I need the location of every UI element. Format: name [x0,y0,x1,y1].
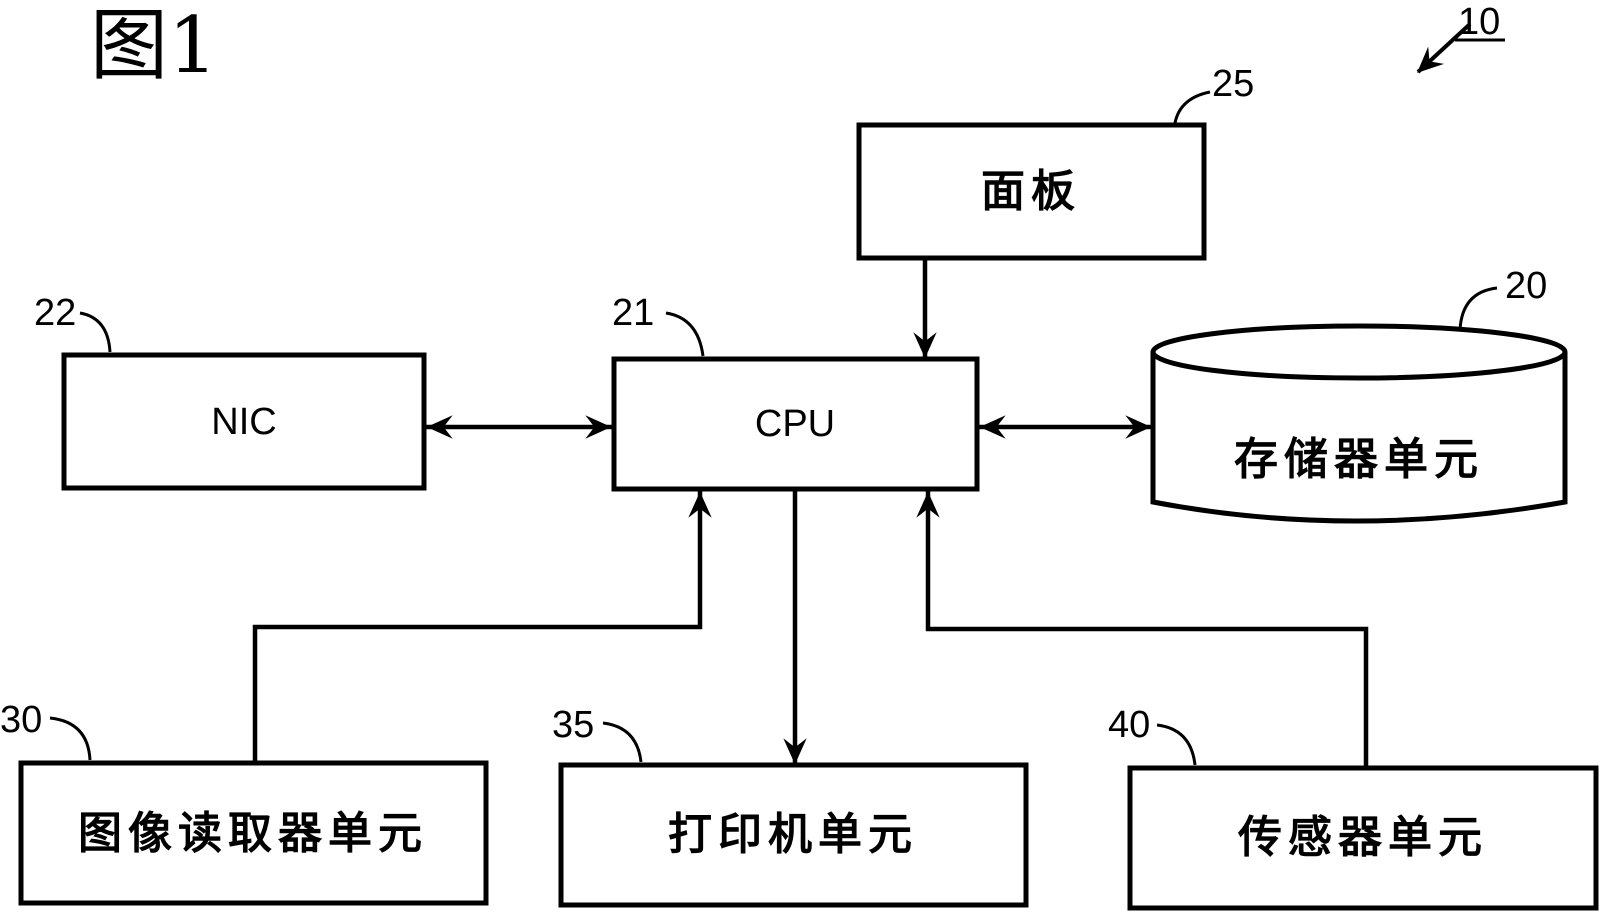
reader-ref: 30 [0,699,42,741]
cpu-ref: 21 [612,292,654,334]
cpu-block: CPU 21 [611,292,980,492]
nic-label: NIC [211,401,276,443]
arrow-reader-to-cpu [252,490,712,764]
panel-leader-line [1173,90,1211,124]
printer-leader-line [602,721,643,763]
panel-ref: 25 [1212,63,1254,105]
sensor-label: 传感器单元 [1237,812,1488,863]
reader-label: 图像读取器单元 [78,808,428,859]
storage-cylinder-top [1150,323,1568,381]
sensor-ref: 40 [1108,704,1150,746]
reader-block: 图像读取器单元 30 [0,699,489,906]
nic-ref: 22 [34,292,76,334]
printer-label: 打印机单元 [668,809,918,860]
storage-leader-line [1458,286,1498,331]
figure-reference: 10 [1416,1,1505,74]
figure-title: 图1 [90,1,218,91]
nic-block: NIC 22 [34,292,427,491]
sensor-block: 传感器单元 40 [1108,704,1599,911]
storage-ref: 20 [1505,265,1547,307]
storage-block: 存储器单元 20 [1150,265,1568,524]
reader-leader-line [49,716,92,761]
block-diagram: 图1 10 面板 25 NIC 22 CPU 21 存储器单元 20 图像读取器… [0,1,1599,911]
figure-ref-arrow-icon [1416,22,1472,74]
panel-label: 面板 [981,166,1081,217]
nic-leader-line [79,311,112,353]
cpu-label: CPU [755,403,835,445]
figure-ref-number: 10 [1458,1,1500,43]
storage-label: 存储器单元 [1234,434,1484,485]
panel-block: 面板 25 [856,63,1254,261]
printer-ref: 35 [552,704,594,746]
cpu-leader-line [665,311,705,357]
sensor-leader-line [1156,723,1197,766]
printer-block: 打印机单元 35 [552,704,1029,908]
